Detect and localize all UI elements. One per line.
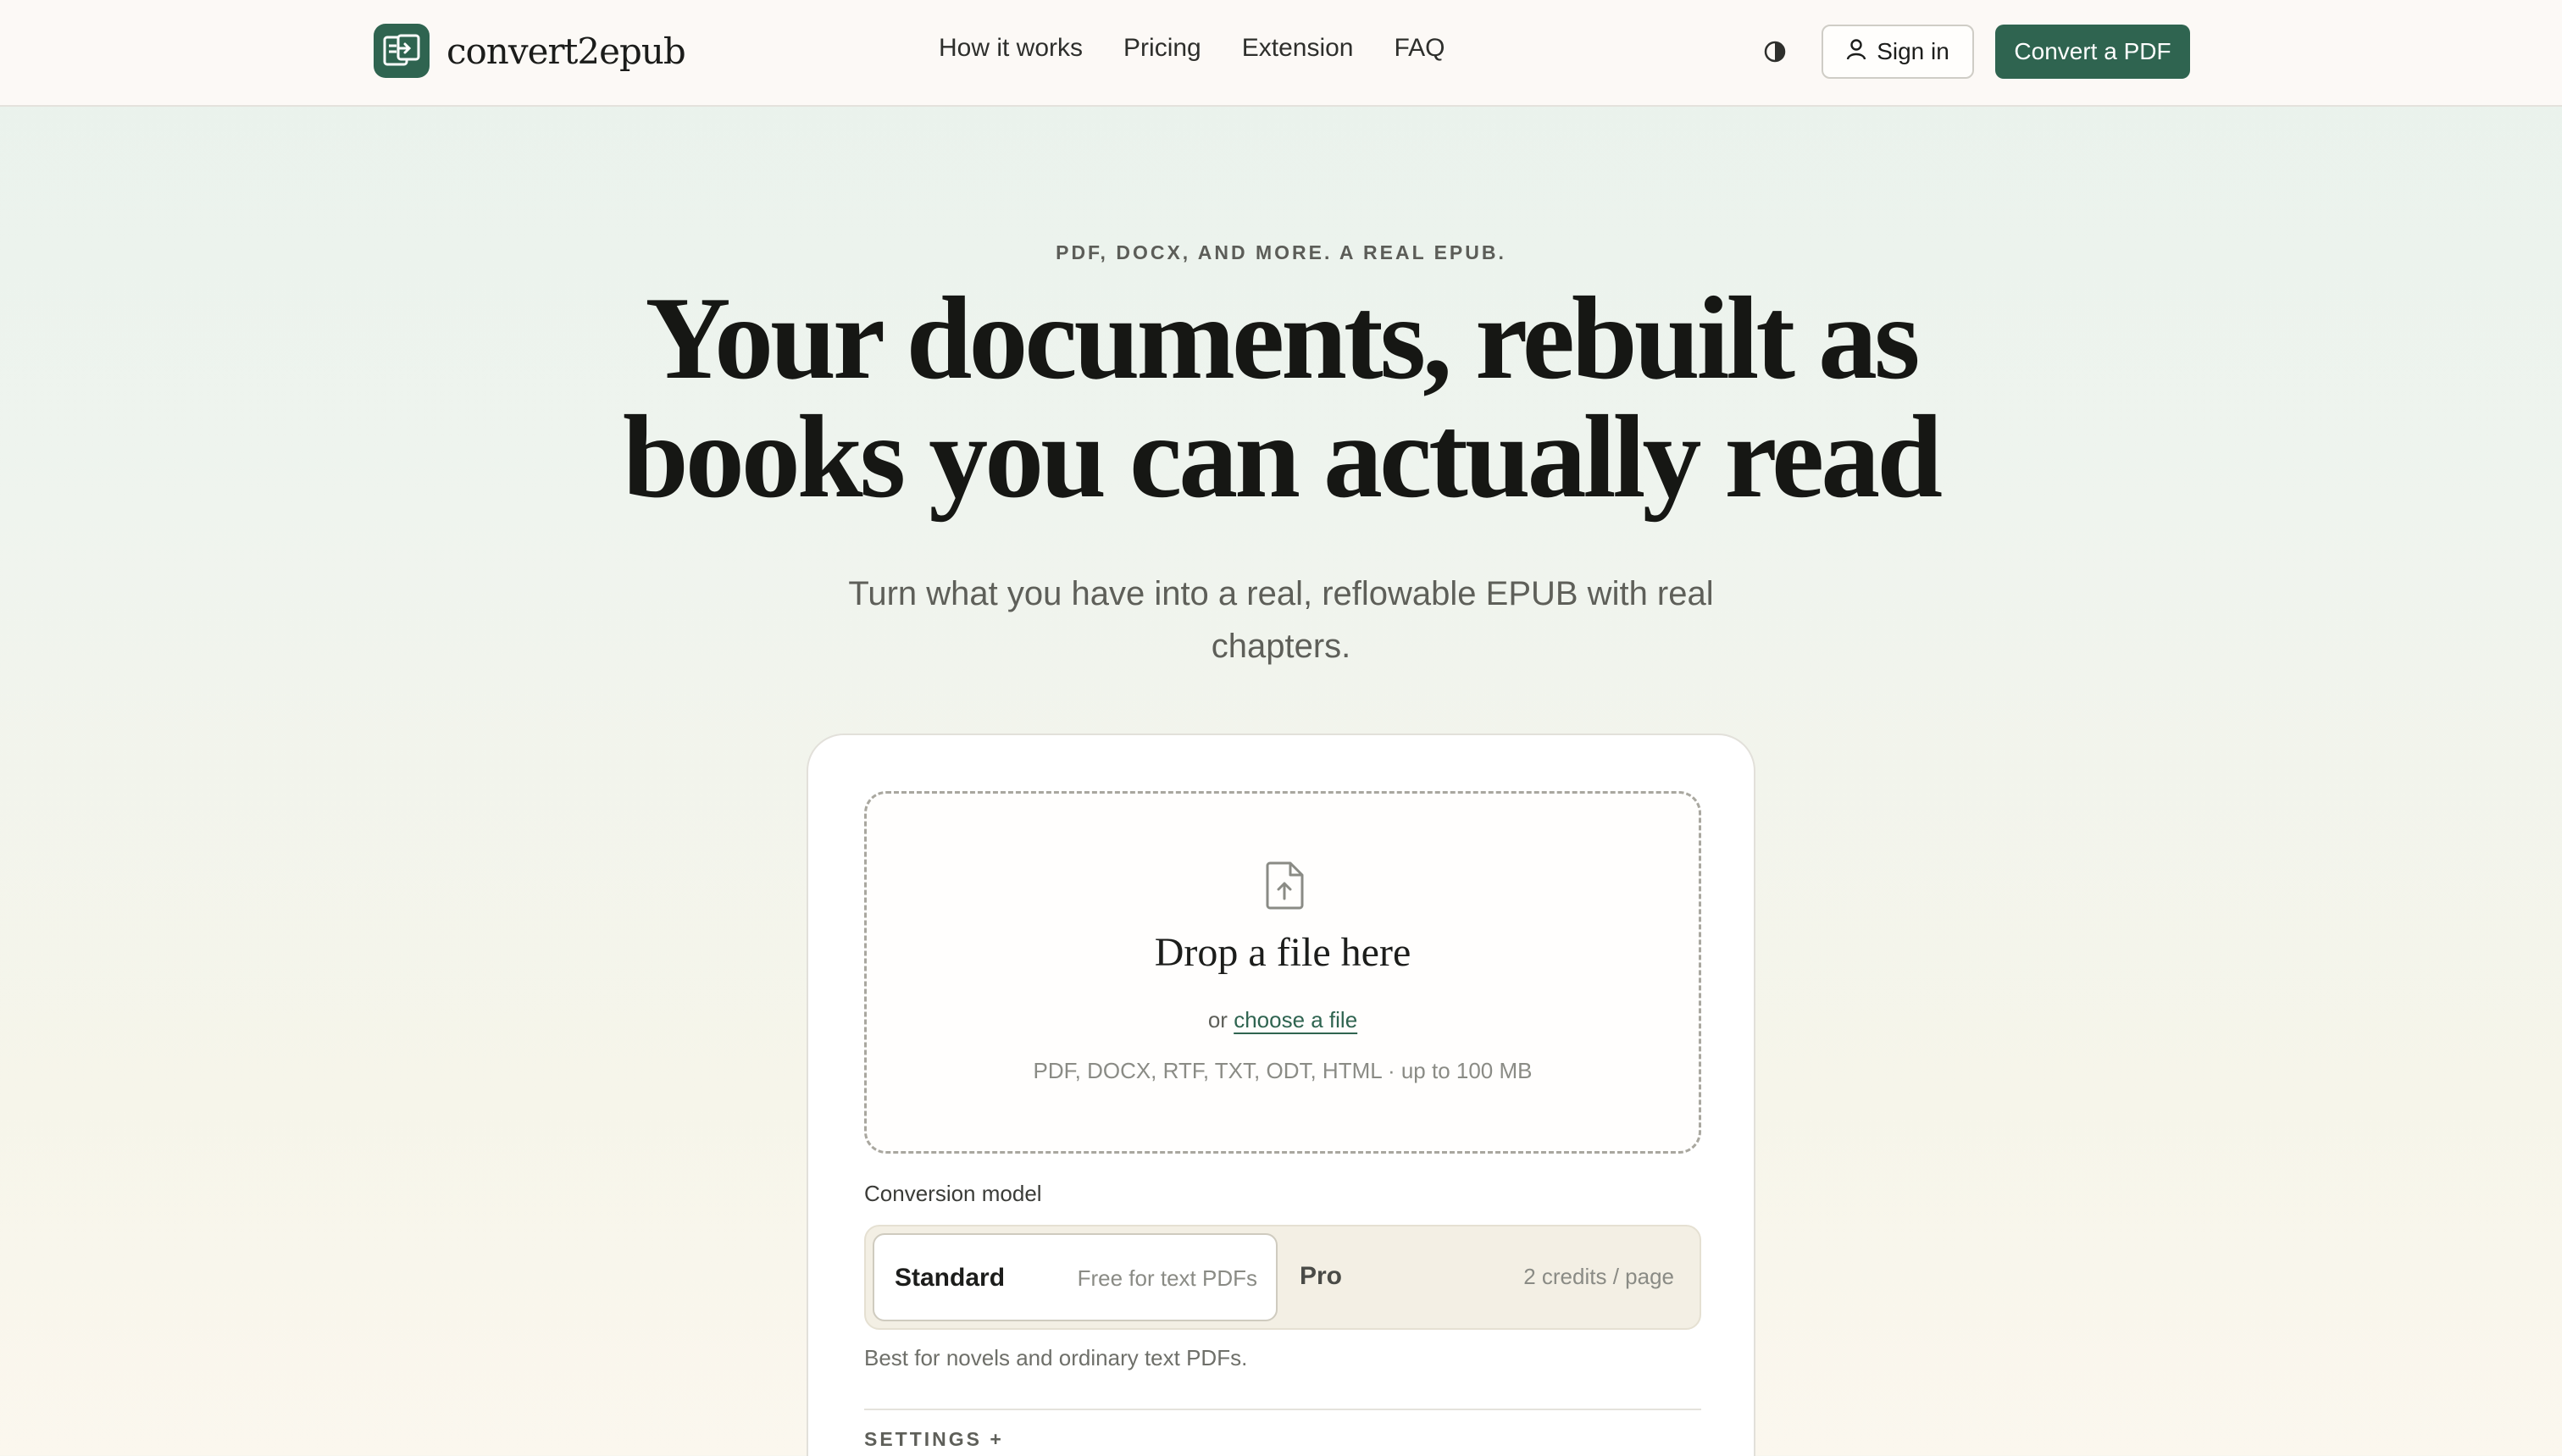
model-option-note: Free for text PDFs bbox=[1077, 1265, 1257, 1291]
divider bbox=[864, 1409, 1701, 1410]
file-upload-icon bbox=[1262, 860, 1309, 911]
model-option-name: Pro bbox=[1300, 1262, 1343, 1290]
model-description: Best for novels and ordinary text PDFs. bbox=[864, 1345, 1248, 1370]
dropzone-title: Drop a file here bbox=[1154, 930, 1411, 975]
conversion-model-switch: Standard Free for text PDFs Pro 2 credit… bbox=[864, 1225, 1701, 1330]
brand-logo[interactable]: convert2epub bbox=[374, 24, 686, 78]
model-option-note: 2 credits / page bbox=[1523, 1264, 1674, 1289]
site-header: convert2epub How it works Pricing Extens… bbox=[0, 0, 2562, 107]
sign-in-button[interactable]: Sign in bbox=[1822, 25, 1974, 79]
or-text: or bbox=[1207, 1007, 1228, 1032]
convert-logo-icon bbox=[374, 24, 430, 78]
nav-pricing[interactable]: Pricing bbox=[1123, 34, 1201, 63]
nav-faq[interactable]: FAQ bbox=[1394, 34, 1445, 63]
sign-in-label: Sign in bbox=[1877, 38, 1949, 64]
main-nav: How it works Pricing Extension FAQ bbox=[939, 34, 1445, 63]
choose-file-link[interactable]: choose a file bbox=[1234, 1007, 1357, 1032]
file-dropzone[interactable]: Drop a file here or choose a file PDF, D… bbox=[864, 791, 1701, 1154]
supported-formats: PDF, DOCX, RTF, TXT, ODT, HTML · up to 1… bbox=[1033, 1058, 1533, 1083]
user-icon bbox=[1846, 38, 1866, 66]
hero-subhead: Turn what you have into a real, reflowab… bbox=[848, 575, 1714, 665]
brand-name: convert2epub bbox=[446, 30, 686, 72]
conversion-model-label: Conversion model bbox=[864, 1181, 1042, 1206]
headline-line-1: Your documents, rebuilt as bbox=[645, 273, 1920, 404]
model-option-standard[interactable]: Standard Free for text PDFs bbox=[873, 1233, 1278, 1321]
convert-pdf-button[interactable]: Convert a PDF bbox=[1995, 25, 2190, 79]
settings-toggle[interactable]: SETTINGS + bbox=[864, 1428, 1004, 1451]
page-title: Your documents, rebuilt as books you can… bbox=[0, 280, 2562, 517]
converter-card: Drop a file here or choose a file PDF, D… bbox=[807, 734, 1755, 1456]
nav-how-it-works[interactable]: How it works bbox=[939, 34, 1083, 63]
nav-extension[interactable]: Extension bbox=[1242, 34, 1354, 63]
contrast-icon[interactable] bbox=[1761, 37, 1789, 66]
hero-eyebrow: PDF, DOCX, AND MORE. A REAL EPUB. bbox=[1056, 241, 1506, 263]
headline-line-2: books you can actually read bbox=[622, 391, 1943, 523]
model-option-name: Standard bbox=[895, 1264, 1006, 1292]
model-option-pro[interactable]: Pro 2 credits / page bbox=[1278, 1233, 1696, 1321]
dropzone-choose: or choose a file bbox=[867, 1007, 1699, 1033]
